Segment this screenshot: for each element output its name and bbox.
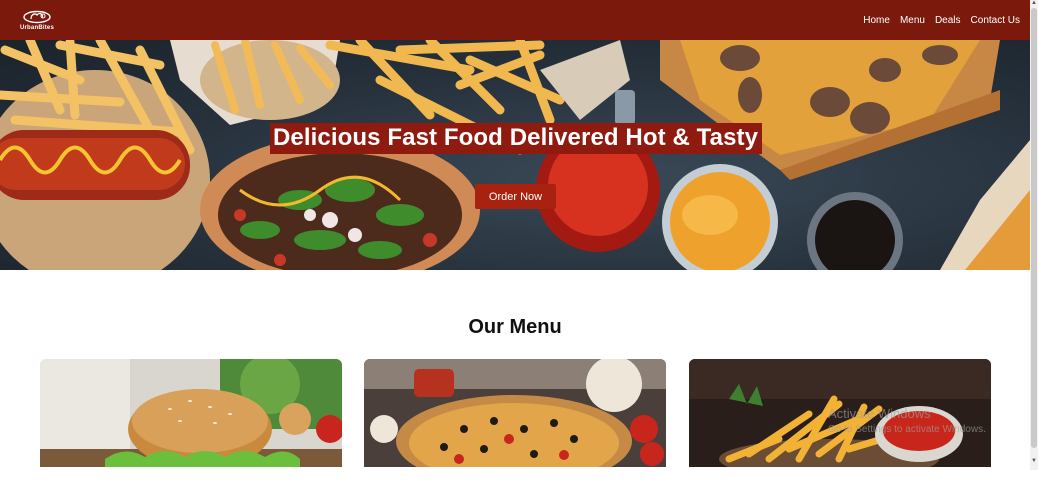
- chef-hat-logo-icon: [23, 10, 51, 23]
- menu-card-pizza[interactable]: [364, 359, 666, 467]
- menu-card-burger[interactable]: [40, 359, 342, 467]
- activate-windows-line-2: Go to Settings to activate Windows.: [828, 424, 986, 435]
- pizza-image: [364, 359, 666, 467]
- nav-links: Home Menu Deals Contact Us: [863, 15, 1020, 26]
- nav-link-menu[interactable]: Menu: [900, 15, 925, 26]
- hero-food-image: [0, 40, 1030, 270]
- burger-image: [40, 359, 342, 467]
- scroll-up-arrow-icon[interactable]: ▲: [1031, 0, 1037, 6]
- brand-logo[interactable]: UrbanBites: [12, 10, 62, 31]
- hero-title: Delicious Fast Food Delivered Hot & Tast…: [270, 123, 763, 154]
- activate-windows-line-1: Activate Windows: [828, 406, 931, 421]
- order-now-button[interactable]: Order Now: [475, 184, 556, 209]
- scroll-down-arrow-icon[interactable]: ▼: [1031, 458, 1037, 464]
- activate-windows-watermark: Activate Windows Go to Settings to activ…: [828, 406, 986, 438]
- menu-section-title: Our Menu: [468, 316, 562, 338]
- nav-link-deals[interactable]: Deals: [935, 15, 961, 26]
- navbar: UrbanBites Home Menu Deals Contact Us: [0, 0, 1030, 40]
- scroll-thumb[interactable]: [1031, 8, 1037, 448]
- page-scrollbar[interactable]: ▲ ▼: [1030, 0, 1038, 470]
- logo-text: UrbanBites: [19, 24, 54, 31]
- nav-link-contact[interactable]: Contact Us: [971, 15, 1020, 26]
- hero-banner: Delicious Fast Food Delivered Hot & Tast…: [0, 40, 1030, 270]
- nav-link-home[interactable]: Home: [863, 15, 890, 26]
